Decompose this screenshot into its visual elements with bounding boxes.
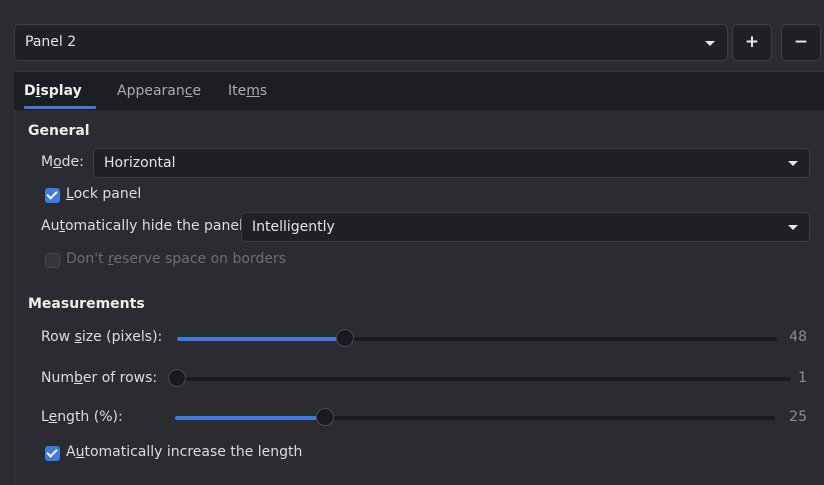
- autohide-label-b: omatically hide the panel:: [64, 218, 248, 234]
- tab-items-label-a: Ite: [228, 83, 247, 99]
- length-label-a: L: [41, 409, 49, 425]
- mode-label-mnemonic: o: [53, 154, 62, 170]
- panel-select-value: Panel 2: [25, 34, 77, 50]
- length-mnemonic: e: [48, 409, 58, 425]
- autohide-dropdown[interactable]: Intelligently: [241, 212, 810, 242]
- tab-display-label-b: splay: [40, 83, 82, 99]
- autohide-label: Automatically hide the panel:: [41, 218, 248, 234]
- tab-bar: Display Appearance Items: [14, 71, 824, 111]
- length-slider[interactable]: [175, 408, 775, 426]
- length-label: Length (%):: [41, 409, 123, 425]
- tab-appearance-label-b: e: [192, 83, 202, 99]
- general-section-title: General: [28, 123, 90, 139]
- chevron-down-icon: [788, 225, 798, 230]
- mode-label-b: de:: [61, 154, 84, 170]
- row-size-label-b: ize (pixels):: [81, 329, 163, 345]
- tab-items-label-b: s: [259, 83, 268, 99]
- panel-select-dropdown[interactable]: Panel 2: [14, 24, 728, 61]
- slider-handle[interactable]: [168, 369, 186, 387]
- length-label-b: ngth (%):: [57, 409, 123, 425]
- lock-panel-checkbox[interactable]: [45, 188, 60, 203]
- number-of-rows-value: 1: [798, 370, 807, 386]
- chevron-down-icon: [788, 161, 798, 166]
- display-tab-content: General Mode: Horizontal Lock panel Auto…: [14, 110, 824, 485]
- number-of-rows-slider[interactable]: [168, 369, 791, 387]
- row-size-value: 48: [789, 329, 807, 345]
- remove-panel-button[interactable]: −: [781, 24, 821, 61]
- slider-handle[interactable]: [336, 329, 354, 347]
- row-size-mnemonic: s: [74, 329, 82, 345]
- rows-label-b: er of rows:: [82, 370, 158, 386]
- length-value: 25: [789, 409, 807, 425]
- row-size-label: Row size (pixels):: [41, 329, 162, 345]
- rows-mnemonic: b: [73, 370, 83, 386]
- lock-panel-mnemonic: L: [66, 186, 74, 202]
- tab-display[interactable]: Display: [24, 83, 82, 99]
- reserve-label-b: eserve space on borders: [113, 251, 287, 267]
- mode-dropdown[interactable]: Horizontal: [93, 148, 810, 178]
- auto-len-label-b: tomatically increase the length: [84, 444, 303, 460]
- dont-reserve-space-checkbox[interactable]: [45, 253, 60, 268]
- add-panel-button[interactable]: +: [732, 24, 772, 61]
- rows-label-a: Num: [41, 370, 74, 386]
- active-tab-indicator: [24, 106, 96, 109]
- auto-increase-length-label[interactable]: Automatically increase the length: [66, 444, 302, 460]
- auto-increase-length-checkbox[interactable]: [45, 446, 60, 461]
- chevron-down-icon: [705, 41, 715, 46]
- measurements-section-title: Measurements: [28, 296, 145, 312]
- tab-items[interactable]: Items: [228, 83, 267, 99]
- slider-fill: [177, 337, 345, 341]
- dont-reserve-space-label[interactable]: Don't reserve space on borders: [66, 251, 286, 267]
- reserve-label-a: Don't: [66, 251, 109, 267]
- number-of-rows-label: Number of rows:: [41, 370, 157, 386]
- mode-label-a: M: [41, 154, 54, 170]
- lock-panel-label[interactable]: Lock panel: [66, 186, 141, 202]
- panel-preferences-window: Panel 2 + − Display Appearance Items Gen…: [0, 0, 824, 485]
- row-size-slider[interactable]: [177, 329, 777, 347]
- tab-items-mnemonic: m: [246, 83, 260, 99]
- autohide-label-a: Au: [41, 218, 60, 234]
- row-size-label-a: Row: [41, 329, 75, 345]
- tab-appearance[interactable]: Appearance: [117, 83, 201, 99]
- mode-label: Mode:: [41, 154, 84, 170]
- lock-panel-label-b: ock panel: [73, 186, 142, 202]
- slider-handle[interactable]: [316, 408, 334, 426]
- mode-value: Horizontal: [104, 155, 176, 171]
- tab-appearance-label-a: Appearan: [117, 83, 185, 99]
- autohide-value: Intelligently: [252, 219, 335, 235]
- tab-display-label-a: D: [24, 83, 36, 99]
- slider-fill: [175, 416, 325, 420]
- auto-len-label-a: A: [66, 444, 76, 460]
